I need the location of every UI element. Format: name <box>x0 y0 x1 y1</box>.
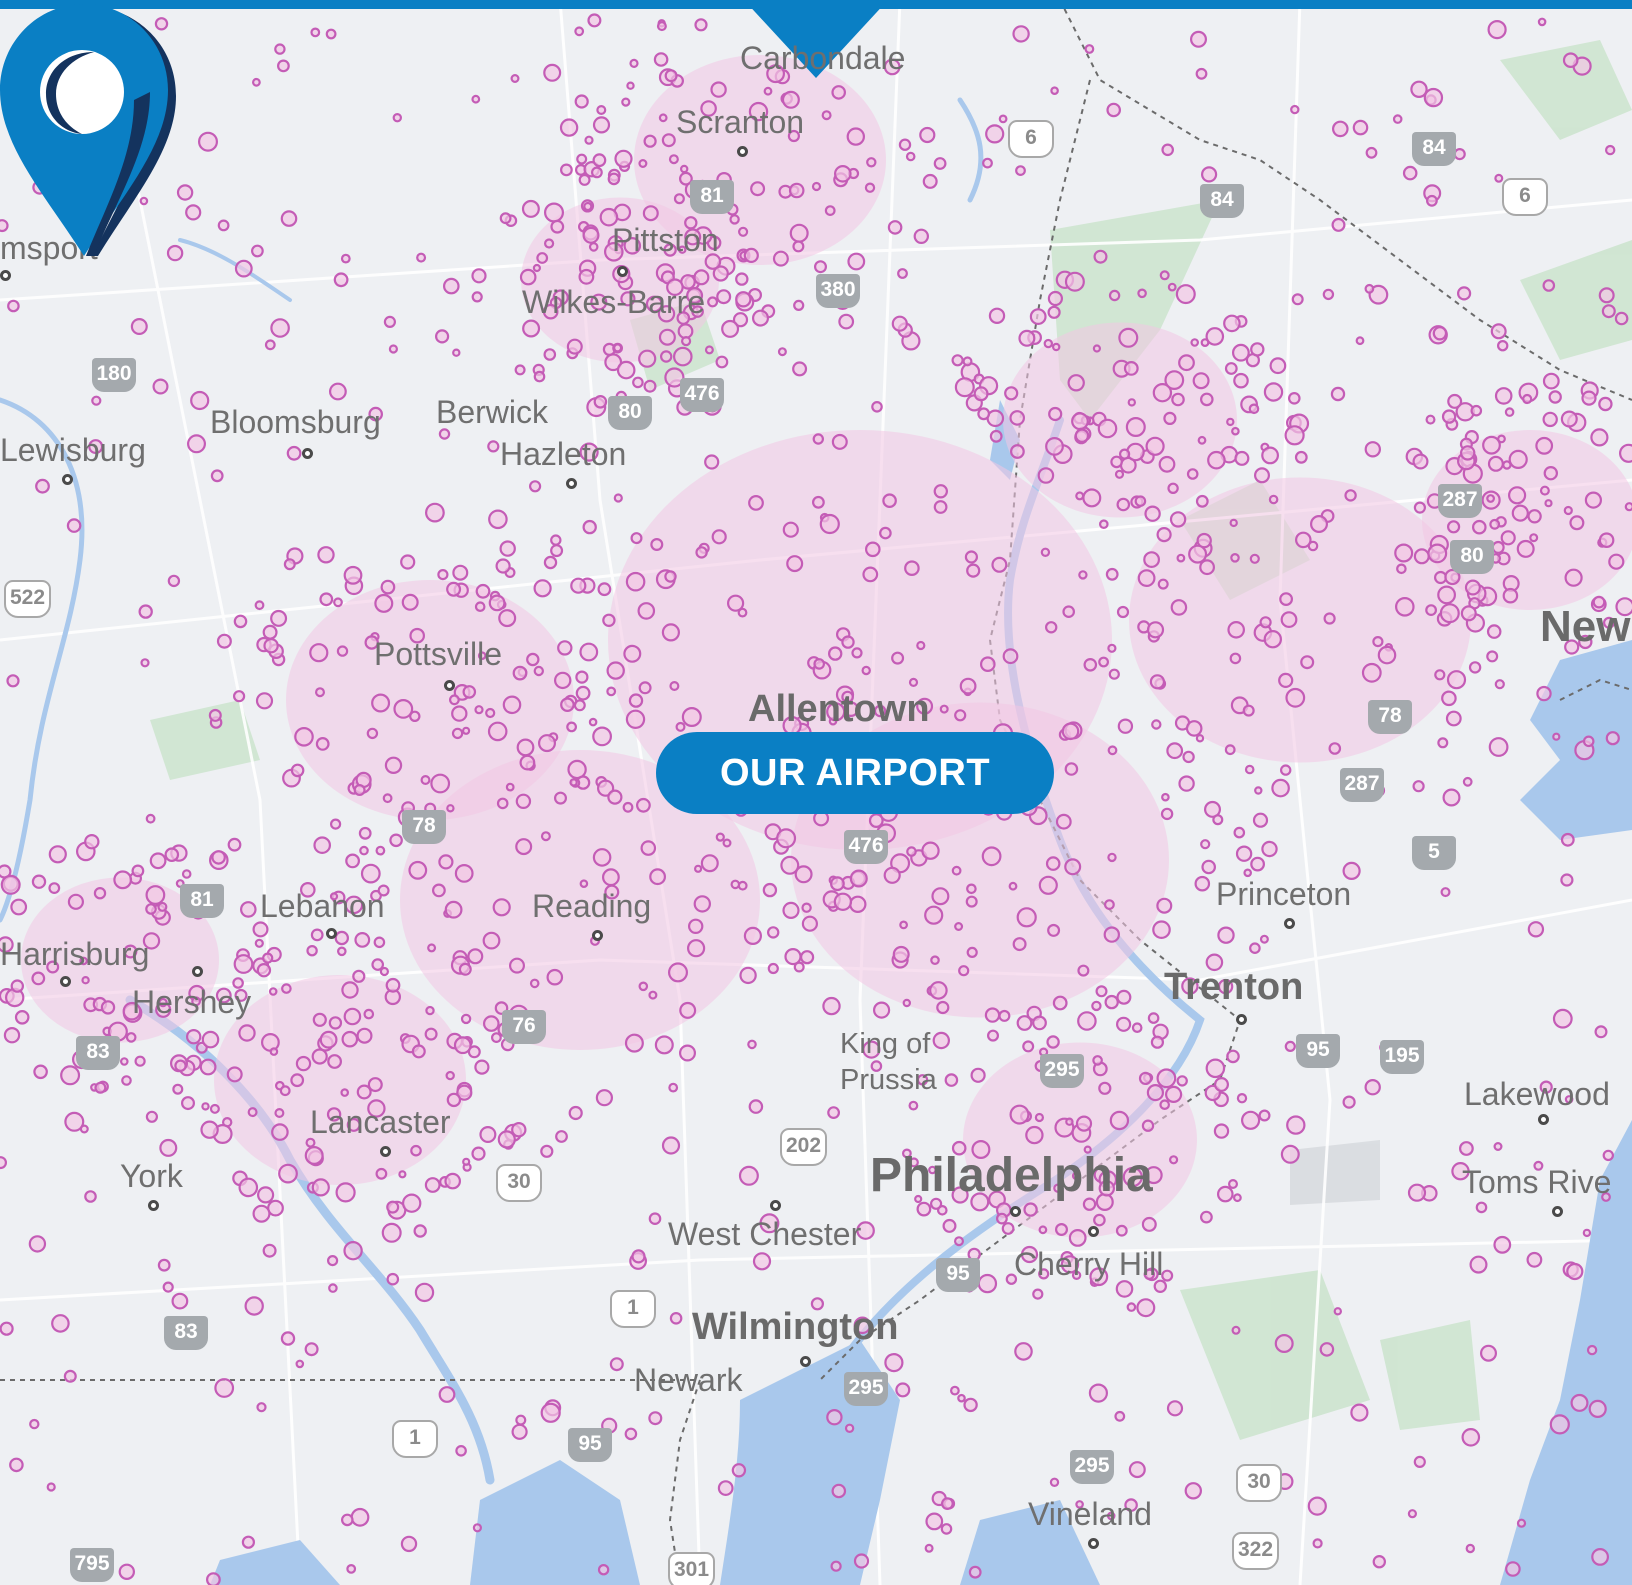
city-marker <box>60 976 71 987</box>
city-label-west-chester: West Chester <box>668 1216 862 1252</box>
location-pin-icon[interactable] <box>0 0 200 260</box>
our-airport-button[interactable]: OUR AIRPORT <box>656 732 1054 814</box>
highway-i76-shield: 76 <box>502 1010 546 1044</box>
city-label-king-of-prussia: King of <box>840 1028 931 1060</box>
city-marker <box>0 270 11 281</box>
highway-i795-shield: 795 <box>70 1548 114 1582</box>
highway-i78-shield: 78 <box>1368 700 1412 734</box>
city-label-scranton: Scranton <box>676 104 805 140</box>
city-label-bloomsburg: Bloomsburg <box>210 404 381 440</box>
city-label-carbondale: Carbondale <box>740 40 906 76</box>
highway-i287-shield: 287 <box>1438 484 1482 518</box>
highway-i83-shield: 83 <box>76 1036 120 1070</box>
highway-i81-shield: 81 <box>180 884 224 918</box>
highway-us1-shield: 1 <box>610 1290 656 1328</box>
city-marker <box>1538 1114 1549 1125</box>
city-marker <box>1010 1206 1021 1217</box>
highway-i295-shield: 295 <box>844 1372 888 1406</box>
city-label-allentown: Allentown <box>748 688 930 730</box>
city-label-wilkes-barre: Wilkes-Barre <box>522 284 706 320</box>
city-label-cherry-hill: Cherry Hill <box>1014 1246 1164 1282</box>
city-marker <box>1236 1014 1247 1025</box>
city-label-lakewood: Lakewood <box>1464 1076 1610 1112</box>
city-label-vineland: Vineland <box>1028 1496 1152 1532</box>
city-label-newark: Newark <box>634 1362 743 1398</box>
highway-i80-shield: 80 <box>1450 540 1494 574</box>
city-label-pottsville: Pottsville <box>374 636 503 672</box>
city-label-philadelphia: Philadelphia <box>870 1149 1153 1202</box>
highway-i83-shield: 83 <box>164 1316 208 1350</box>
city-label-york: York <box>120 1158 183 1194</box>
highway-i295-shield: 295 <box>1070 1450 1114 1484</box>
city-label-harrisburg: Harrisburg <box>0 936 150 972</box>
highway-i95-shield: 95 <box>936 1258 980 1292</box>
highway-i476-shield: 476 <box>844 830 888 864</box>
highway-i180-shield: 180 <box>92 358 136 392</box>
city-label-berwick: Berwick <box>436 394 549 430</box>
city-label-pittston: Pittston <box>612 222 719 258</box>
highway-i287-shield: 287 <box>1340 768 1384 802</box>
highway-i78-shield: 78 <box>402 810 446 844</box>
city-marker <box>326 928 337 939</box>
highway-i195-shield: 195 <box>1380 1040 1424 1074</box>
highway-i5-shield: 5 <box>1412 836 1456 870</box>
city-marker <box>1284 918 1295 929</box>
highway-i95-shield: 95 <box>568 1428 612 1462</box>
highway-i84-shield: 84 <box>1412 132 1456 166</box>
city-marker <box>380 1146 391 1157</box>
highway-us6-shield: 6 <box>1008 120 1054 158</box>
highway-i84-shield: 84 <box>1200 184 1244 218</box>
highway-us301-shield: 301 <box>668 1552 716 1585</box>
highway-us30-shield: 30 <box>1236 1464 1282 1502</box>
highway-us202-shield: 202 <box>780 1128 828 1166</box>
city-label-toms-river: Toms Rive <box>1462 1164 1612 1200</box>
city-marker <box>770 1200 781 1211</box>
city-label-princeton: Princeton <box>1216 876 1352 912</box>
city-marker <box>800 1356 811 1367</box>
highway-i476-shield: 476 <box>680 378 724 412</box>
city-marker <box>617 266 628 277</box>
city-label-trenton: Trenton <box>1164 966 1304 1008</box>
city-label-new-york: New <box>1540 602 1631 651</box>
city-marker <box>192 966 203 977</box>
coverage-map[interactable]: 81 84 6 6 84 380 180 80 476 287 80 522 7… <box>0 0 1632 1585</box>
highway-i95-shield: 95 <box>1296 1034 1340 1068</box>
city-label-lebanon: Lebanon <box>260 888 385 924</box>
highway-i295-shield: 295 <box>1040 1054 1084 1088</box>
highway-us6-shield: 6 <box>1502 178 1548 216</box>
city-marker <box>444 680 455 691</box>
city-label-lewisburg: Lewisburg <box>0 432 146 468</box>
city-marker <box>1088 1226 1099 1237</box>
highway-us30-shield: 30 <box>496 1164 542 1202</box>
city-marker <box>62 474 73 485</box>
highway-i81-shield: 81 <box>690 180 734 214</box>
highway-us322-shield: 322 <box>1232 1532 1280 1570</box>
city-marker <box>566 478 577 489</box>
city-label-king-of-prussia: Prussia <box>840 1064 937 1096</box>
highway-us1-shield: 1 <box>392 1420 438 1458</box>
city-marker <box>1552 1206 1563 1217</box>
highway-i80-shield: 80 <box>608 396 652 430</box>
city-marker <box>592 930 603 941</box>
city-marker <box>302 448 313 459</box>
highway-us522-shield: 522 <box>4 580 52 618</box>
city-marker <box>1088 1538 1099 1549</box>
city-label-reading: Reading <box>532 888 652 924</box>
highway-i380-shield: 380 <box>816 274 860 308</box>
city-label-hershey: Hershey <box>132 984 252 1020</box>
city-label-hazleton: Hazleton <box>500 436 627 472</box>
city-marker <box>737 146 748 157</box>
city-label-wilmington: Wilmington <box>692 1306 899 1348</box>
city-label-lancaster: Lancaster <box>310 1104 451 1140</box>
city-marker <box>148 1200 159 1211</box>
